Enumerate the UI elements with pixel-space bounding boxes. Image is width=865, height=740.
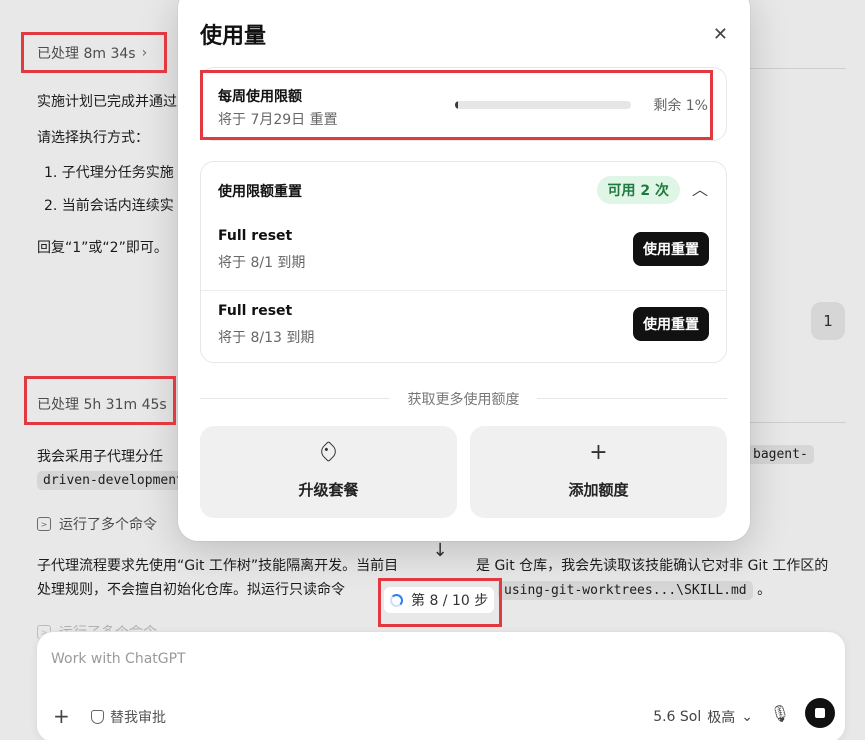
reset-name: Full reset <box>218 228 293 244</box>
usage-dialog: 使用量 ✕ 每周使用限额 将于 7月29日 重置 剩余 1% 使用限额重置 可用… <box>178 0 750 541</box>
plus-icon: + <box>589 440 608 465</box>
step-label: 第 8 / 10 步 <box>411 593 489 609</box>
reset-expiry: 将于 8/13 到期 <box>218 330 315 346</box>
microphone-icon[interactable]: 🎙 <box>770 704 790 723</box>
upgrade-plan-label: 升级套餐 <box>298 481 359 499</box>
tag-icon-wrap <box>200 440 457 465</box>
chevron-up-icon[interactable]: ︿ <box>692 176 708 200</box>
resets-title: 使用限额重置 <box>218 184 302 200</box>
model-label: 5.6 Sol <box>653 709 702 725</box>
add-attachment-icon[interactable]: + <box>53 704 70 728</box>
available-count-badge: 可用 2 次 <box>596 176 680 204</box>
weekly-limit-title: 每周使用限额 <box>218 89 302 105</box>
reset-item: Full reset 将于 8/13 到期 使用重置 <box>201 291 726 365</box>
model-selector[interactable]: 5.6 Sol 极高 ⌄ <box>653 707 753 727</box>
spinner-icon <box>390 593 403 607</box>
auto-approve-button[interactable]: 替我审批 <box>91 707 166 727</box>
effort-label: 极高 <box>707 710 736 726</box>
composer-input[interactable]: Work with ChatGPT <box>51 651 186 667</box>
stop-icon <box>815 708 825 718</box>
use-reset-button[interactable]: 使用重置 <box>633 232 709 266</box>
use-reset-button[interactable]: 使用重置 <box>633 307 709 341</box>
reset-expiry: 将于 8/1 到期 <box>218 255 306 271</box>
weekly-limit-card: 每周使用限额 将于 7月29日 重置 剩余 1% <box>200 67 727 141</box>
stop-button[interactable] <box>805 698 835 728</box>
reset-name: Full reset <box>218 303 293 319</box>
auto-approve-label: 替我审批 <box>110 710 166 726</box>
dialog-title: 使用量 <box>200 24 267 49</box>
composer: Work with ChatGPT + 替我审批 5.6 Sol 极高 ⌄ 🎙 <box>36 631 846 740</box>
weekly-usage-fill <box>455 101 458 109</box>
tag-icon <box>317 440 340 463</box>
shield-icon <box>91 710 104 724</box>
close-icon[interactable]: ✕ <box>713 24 728 45</box>
chevron-down-icon: ⌄ <box>741 709 753 725</box>
upgrade-plan-button[interactable]: 升级套餐 <box>200 426 457 518</box>
step-progress: 第 8 / 10 步 <box>384 587 495 613</box>
more-usage-label: 获取更多使用额度 <box>407 392 520 408</box>
weekly-usage-bar <box>455 101 631 109</box>
add-credit-label: 添加额度 <box>568 481 629 499</box>
limit-resets-card: 使用限额重置 可用 2 次 ︿ Full reset 将于 8/1 到期 使用重… <box>200 161 727 363</box>
divider <box>537 398 727 399</box>
reset-item: Full reset 将于 8/1 到期 使用重置 <box>201 216 726 290</box>
weekly-reset-text: 将于 7月29日 重置 <box>218 112 338 128</box>
add-credit-button[interactable]: + 添加额度 <box>470 426 727 518</box>
weekly-remaining: 剩余 1% <box>653 98 708 114</box>
scroll-down-icon[interactable]: ↓ <box>428 540 452 564</box>
more-usage-divider: 获取更多使用额度 <box>200 389 727 409</box>
